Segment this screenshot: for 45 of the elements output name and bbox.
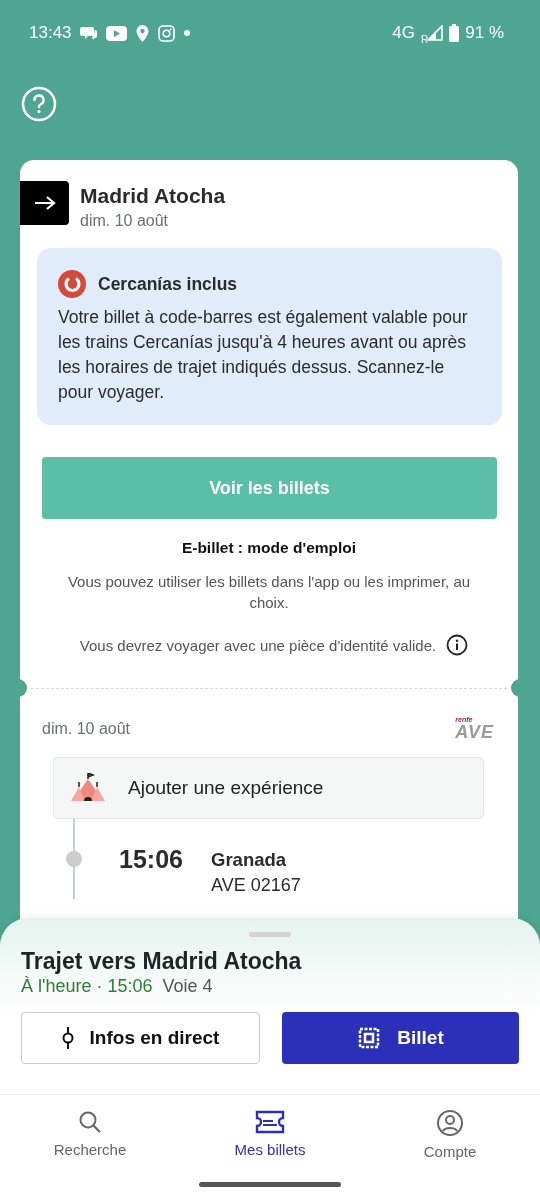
- roaming-indicator: R: [421, 33, 429, 45]
- nav-tab[interactable]: Compte: [360, 1095, 540, 1169]
- notice-text: Votre billet à code-barres est également valable pour les trains Cercanías jusqu'à 4 heures avant ou après les horaires de trajet indiqués dessus. Scannez-le pour voyager.: [58, 306, 468, 404]
- timeline-dot: [66, 851, 82, 867]
- cercanias-icon: [58, 270, 86, 298]
- signal-icon: [427, 25, 444, 41]
- search-icon: [77, 1109, 103, 1135]
- destination-title: Madrid Atocha: [80, 184, 226, 208]
- dot-icon: [183, 30, 190, 36]
- video-icon: [105, 25, 127, 41]
- chat-icon: [79, 25, 97, 41]
- nav-tab[interactable]: Recherche: [0, 1095, 180, 1169]
- drag-handle[interactable]: [249, 932, 291, 937]
- id-note: Vous devrez voyager avec une pièce d'identité valide.: [79, 636, 437, 654]
- help-icon[interactable]: [21, 86, 57, 122]
- tent-icon: [70, 773, 106, 803]
- account-icon: [436, 1109, 464, 1137]
- battery-level: 91 %: [465, 23, 504, 43]
- network-type: 4G: [392, 23, 415, 43]
- info-icon[interactable]: [446, 634, 469, 656]
- ticket-notch: [17, 679, 27, 697]
- barcode-icon: [357, 1026, 382, 1050]
- instructions-text: Vous pouvez utiliser les billets dans l'app ou les imprimer, au choix.: [66, 572, 472, 613]
- train-number: AVE 02167: [211, 875, 301, 896]
- ticket-icon: [255, 1109, 285, 1135]
- on-time-status: À l'heure · 15:06: [21, 976, 153, 997]
- nav-tab[interactable]: Mes billets: [180, 1095, 360, 1169]
- station-name: Granada: [211, 849, 288, 871]
- instructions-title: E-billet : mode d'emploi: [181, 539, 357, 557]
- ticket-notch: [511, 679, 521, 697]
- notice-title: Cercanías inclus: [98, 273, 238, 295]
- add-experience-button[interactable]: Ajouter une expérience: [53, 757, 484, 819]
- location-icon: [135, 24, 149, 42]
- pin-icon: [61, 1026, 74, 1050]
- sheet-title: Trajet vers Madrid Atocha: [21, 948, 303, 975]
- battery-icon: [449, 24, 460, 42]
- segment-date: dim. 10 août: [42, 719, 131, 738]
- ticket-button[interactable]: Billet: [282, 1012, 519, 1064]
- clock: 13:43: [29, 23, 72, 43]
- departure-time: 15:06: [119, 845, 184, 874]
- platform: Voie 4: [162, 976, 213, 997]
- camera-icon: [157, 24, 175, 42]
- live-info-button[interactable]: Infos en direct: [21, 1012, 260, 1064]
- operator-logo: AVE: [455, 723, 494, 741]
- trip-date: dim. 10 août: [80, 212, 170, 230]
